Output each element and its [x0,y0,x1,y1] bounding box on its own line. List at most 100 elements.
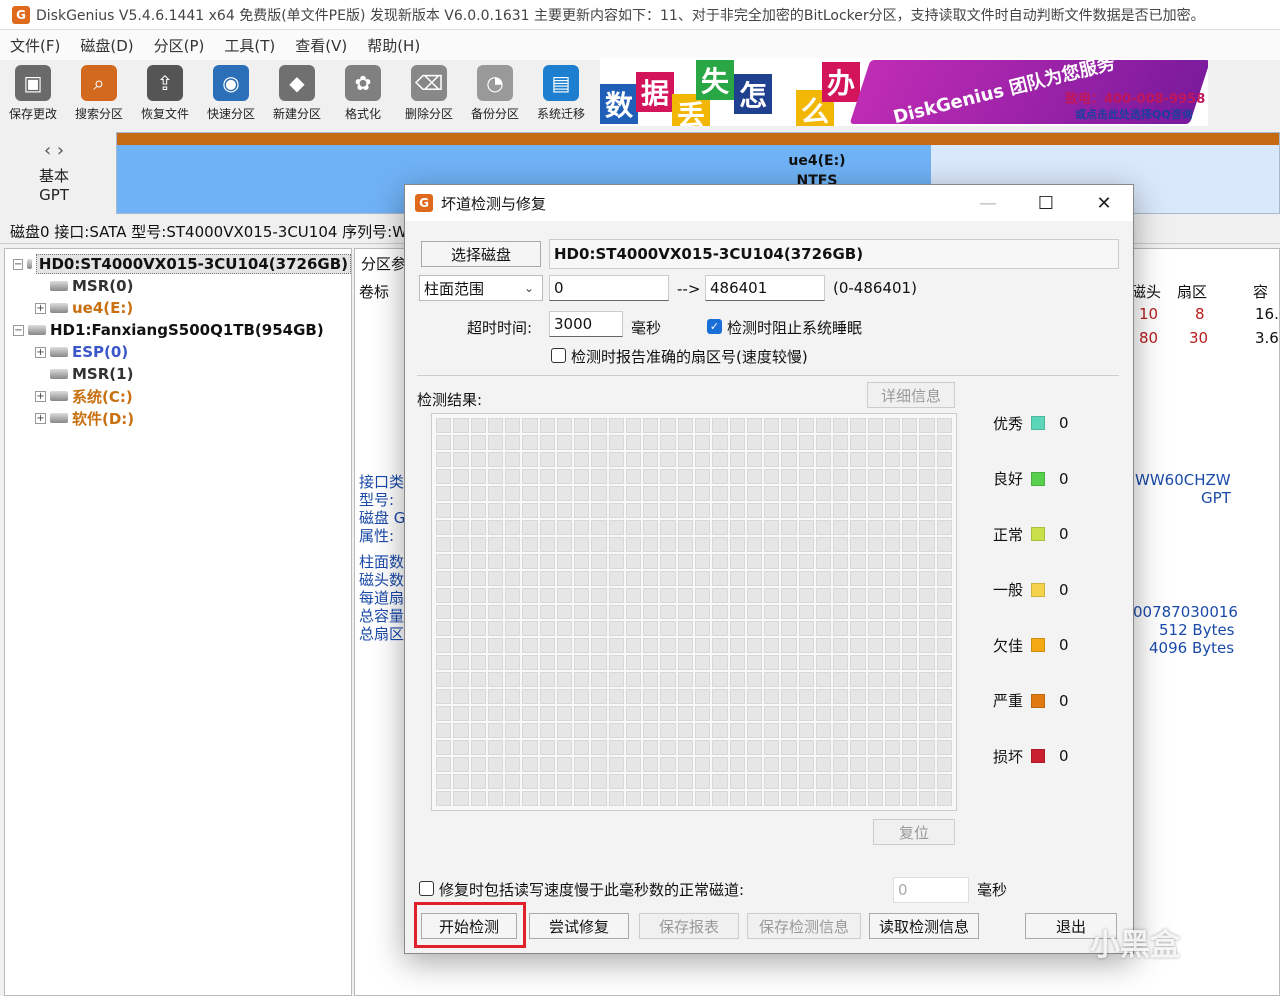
grid-cell [729,587,745,603]
grid-cell [556,519,573,535]
grid-cell [729,451,745,467]
grid-cell [522,689,538,705]
toolbar-button[interactable]: ⇪ 恢复文件 [132,60,198,126]
range-type-select[interactable]: 柱面范围 ⌄ [419,275,543,301]
chevron-down-icon: ⌄ [523,281,534,295]
select-disk-button[interactable]: 选择磁盘 [421,241,541,267]
grid-cell [867,570,883,586]
menu-item[interactable]: 磁盘(D) [70,35,143,56]
grid-cell [919,672,935,688]
grid-cell [694,519,711,535]
tab-partition-params[interactable]: 分区参 [361,253,406,274]
grid-cell [470,468,486,484]
grid-cell [781,706,797,722]
tree-item[interactable]: − HD1:FanxiangS500Q1TB(954GB) [5,319,351,341]
grid-cell [781,553,797,569]
tree-item[interactable]: + ue4(E:) [5,297,351,319]
tree-item[interactable]: + ESP(0) [5,341,351,363]
grid-cell [625,502,642,518]
try-repair-button[interactable]: 尝试修复 [529,913,629,939]
grid-cell [867,485,883,501]
grid-cell [764,536,780,552]
grid-cell [505,689,521,705]
grid-cell [833,570,849,586]
toolbar-button[interactable]: ▤ 系统迁移 [528,60,594,126]
details-button[interactable]: 详细信息 [867,382,955,408]
repair-slow-checkbox[interactable] [419,881,434,896]
grid-cell [660,468,676,484]
grid-cell [539,570,555,586]
reset-button[interactable]: 复位 [873,819,955,845]
grid-cell [505,655,521,671]
grid-cell [850,553,866,569]
grid-cell [919,621,935,637]
menu-item[interactable]: 分区(P) [144,35,215,56]
timeout-input[interactable]: 3000 [549,311,623,337]
search-icon: ⌕ [81,65,117,101]
repair-slow-input[interactable]: 0 [893,877,969,903]
grid-cell [487,672,504,688]
maximize-icon[interactable]: ☐ [1017,185,1075,221]
grid-cell [781,689,797,705]
range-end-input[interactable]: 486401 [705,275,825,301]
grid-cell [677,587,693,603]
menu-item[interactable]: 帮助(H) [357,35,430,56]
report-exact-checkbox[interactable] [551,348,566,363]
grid-cell [574,570,590,586]
tree-item[interactable]: MSR(1) [5,363,351,385]
expand-toggle-icon[interactable]: − [13,324,24,336]
close-icon[interactable]: ✕ [1075,185,1133,221]
toolbar-button[interactable]: ◉ 快速分区 [198,60,264,126]
expand-toggle-icon[interactable]: + [35,346,46,358]
minimize-icon[interactable]: — [959,185,1017,221]
grid-cell [919,587,935,603]
grid-cell [798,587,814,603]
grid-cell [902,587,918,603]
tree-item[interactable]: − HD0:ST4000VX015-3CU104(3726GB) [5,253,351,275]
grid-cell [902,757,918,773]
ad-banner[interactable]: 数据丢失怎么办 DiskGenius 团队为您服务 致电：400-008-995… [600,58,1208,126]
menu-item[interactable]: 工具(T) [214,35,285,56]
grid-cell [815,638,832,654]
range-start-input[interactable]: 0 [549,275,669,301]
expand-toggle-icon[interactable]: + [35,412,46,424]
toolbar-button[interactable]: ◆ 新建分区 [264,60,330,126]
banner-qq-link[interactable]: 或点击此处选择QQ咨询 [1075,106,1193,122]
save-scan-info-button[interactable]: 保存检测信息 [747,913,861,939]
grid-cell [746,485,763,501]
save-report-button[interactable]: 保存报表 [639,913,739,939]
grid-cell [936,604,952,620]
grid-cell [781,757,797,773]
toolbar-button[interactable]: ⌕ 搜索分区 [66,60,132,126]
grid-cell [625,638,642,654]
grid-cell [539,418,555,433]
grid-cell [643,502,659,518]
grid-cell [660,689,676,705]
toolbar-button[interactable]: ◔ 备份分区 [462,60,528,126]
grid-cell [712,791,728,806]
grid-cell [850,536,866,552]
read-scan-info-button[interactable]: 读取检测信息 [869,913,979,939]
disk-tree-view[interactable]: − HD0:ST4000VX015-3CU104(3726GB) MSR(0) + ue… [4,248,352,996]
grid-cell [833,791,849,806]
disk-nav-arrows-icon[interactable]: ‹ › [44,140,64,161]
toolbar-button[interactable]: ✿ 格式化 [330,60,396,126]
grid-cell [884,536,901,552]
menu-item[interactable]: 查看(V) [285,35,357,56]
expand-toggle-icon[interactable]: − [13,258,24,270]
tree-item[interactable]: + 系统(C:) [5,385,351,407]
grid-cell [798,638,814,654]
prevent-sleep-checkbox[interactable]: ✓ [707,319,722,334]
grid-cell [643,485,659,501]
grid-cell [850,689,866,705]
toolbar-button[interactable]: ▣ 保存更改 [0,60,66,126]
legend-swatch [1031,471,1046,486]
menu-item[interactable]: 文件(F) [0,35,70,56]
grid-cell [625,757,642,773]
toolbar-button[interactable]: ⌫ 删除分区 [396,60,462,126]
tree-item[interactable]: MSR(0) [5,275,351,297]
tree-item[interactable]: + 软件(D:) [5,407,351,429]
expand-toggle-icon[interactable]: + [35,390,46,402]
expand-toggle-icon[interactable]: + [35,302,46,314]
grid-cell [539,587,555,603]
